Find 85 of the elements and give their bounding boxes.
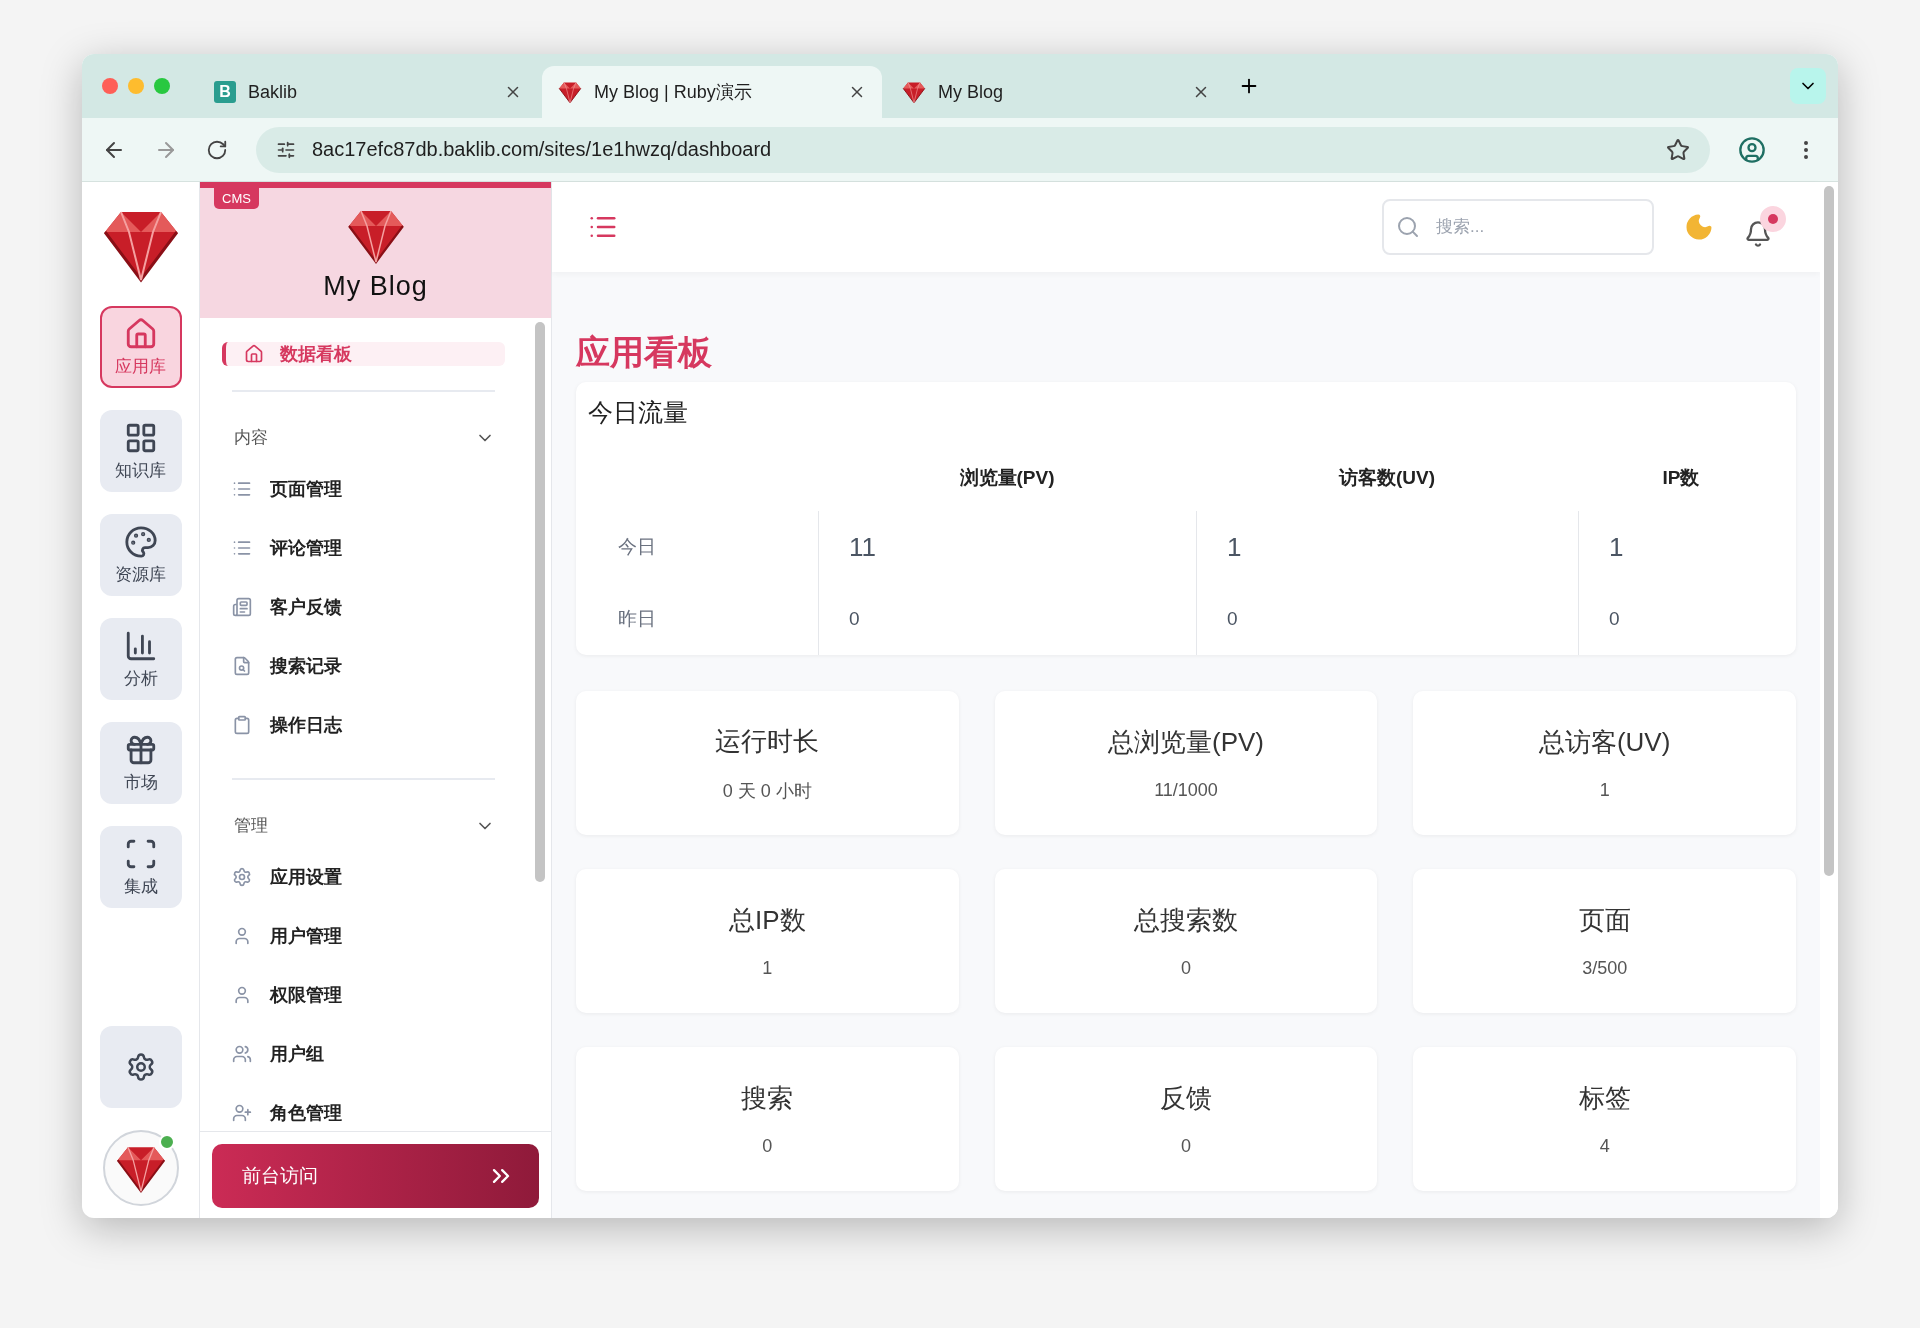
- user-icon: [232, 925, 252, 946]
- stat-title: 搜索: [741, 1082, 794, 1115]
- rail-button[interactable]: 资源库: [99, 514, 182, 596]
- stat-value: 0 天 0 小时: [722, 779, 812, 803]
- nav-item[interactable]: 数据看板: [222, 342, 505, 366]
- section-title: 管理: [234, 815, 268, 837]
- url-text: 8ac17efc87db.baklib.com/sites/1e1hwzq/dashboard: [312, 138, 773, 161]
- gem-icon: [902, 80, 926, 104]
- stat-title: 运行时长: [715, 724, 820, 758]
- rail-button[interactable]: 分析: [99, 618, 182, 700]
- nav-item[interactable]: 权限管理: [222, 965, 505, 1024]
- stat-value: 0: [762, 1136, 773, 1157]
- nav-item[interactable]: 页面管理: [222, 459, 505, 518]
- table-cell: 1: [1578, 511, 1784, 583]
- nav-item[interactable]: 评论管理: [222, 518, 505, 577]
- stat-title: 总浏览量(PV): [1108, 726, 1264, 759]
- page-title: 应用看板: [576, 332, 713, 373]
- palette-icon: [123, 524, 158, 559]
- stat-value: 3/500: [1582, 958, 1628, 979]
- nav-item[interactable]: 用户管理: [222, 906, 505, 965]
- rail-button[interactable]: 集成: [99, 826, 182, 908]
- nav-item[interactable]: 操作日志: [222, 695, 505, 754]
- search-field[interactable]: 搜索...: [1382, 199, 1654, 255]
- column-header: 访客数(UV): [1337, 466, 1437, 490]
- section-title: 内容: [234, 427, 268, 449]
- row-label: 今日: [617, 535, 657, 559]
- nav-item[interactable]: 搜索记录: [222, 636, 505, 695]
- rail-button[interactable]: 市场: [99, 722, 182, 804]
- rail-button[interactable]: 知识库: [99, 410, 182, 492]
- bell-button[interactable]: [1744, 206, 1786, 248]
- newspaper-icon: [232, 596, 252, 617]
- table-cell: 0: [1578, 583, 1784, 655]
- stat-title: 总访客(UV): [1538, 726, 1671, 759]
- browser-tab[interactable]: B Baklib: [198, 66, 538, 118]
- cms-badge: CMS: [214, 188, 259, 209]
- stat-title: 总搜索数: [1134, 904, 1238, 937]
- file-search-icon: [232, 655, 252, 676]
- settings-button[interactable]: [99, 1026, 182, 1108]
- stat-title: 反馈: [1160, 1082, 1212, 1115]
- stat-title: 总IP数: [729, 904, 806, 937]
- settings-icon: [125, 1052, 156, 1082]
- search-icon: [1396, 215, 1420, 239]
- stat-value: 1: [1599, 780, 1610, 801]
- card-title: 今日流量: [588, 397, 689, 428]
- nav-item[interactable]: 用户组: [222, 1024, 505, 1083]
- site-title: My Blog: [323, 270, 428, 302]
- profile-icon[interactable]: [1738, 135, 1766, 164]
- tab-title: My Blog: [938, 81, 1005, 103]
- browser-tab[interactable]: My Blog: [886, 66, 1226, 118]
- column-header: 浏览量(PV): [958, 466, 1056, 490]
- reload-icon[interactable]: [206, 138, 228, 161]
- gem-icon: [558, 80, 582, 104]
- tab-title: My Blog | Ruby演示: [594, 81, 753, 104]
- house-icon: [244, 344, 264, 364]
- stat-title: 页面: [1578, 904, 1631, 937]
- site-icon: B: [214, 81, 236, 103]
- visit-button[interactable]: 前台访问: [212, 1144, 539, 1208]
- table-cell: 0: [818, 583, 1196, 655]
- settings-icon: [232, 866, 252, 887]
- users-icon: [232, 1043, 252, 1064]
- address-bar[interactable]: 8ac17efc87db.baklib.com/sites/1e1hwzq/dashboard: [256, 126, 1710, 173]
- stat-value: 11/1000: [1154, 780, 1218, 801]
- browser-tab[interactable]: My Blog | Ruby演示: [542, 66, 882, 118]
- clipboard-icon: [232, 714, 252, 735]
- bell-icon: [1744, 220, 1772, 248]
- user-icon: [232, 984, 252, 1005]
- nav-item[interactable]: 应用设置: [222, 847, 505, 906]
- nav-item[interactable]: 客户反馈: [222, 577, 505, 636]
- bookmark-star-icon[interactable]: [1666, 137, 1690, 162]
- row-label: 昨日: [617, 607, 657, 631]
- tab-title: Baklib: [248, 81, 299, 103]
- scrollbar[interactable]: [1824, 186, 1834, 876]
- table-cell: 0: [1196, 583, 1578, 655]
- table-cell: 1: [1196, 511, 1578, 583]
- scrollbar[interactable]: [535, 322, 545, 882]
- stat-value: 0: [1181, 958, 1191, 979]
- table-cell: 11: [818, 511, 1196, 583]
- column-header: IP数: [1661, 466, 1701, 490]
- stat-value: 1: [762, 958, 773, 979]
- stat-value: 0: [1181, 1136, 1191, 1157]
- user-plus-icon: [232, 1102, 252, 1123]
- stat-value: 4: [1599, 1136, 1610, 1157]
- stat-title: 标签: [1578, 1082, 1631, 1115]
- site-settings-icon[interactable]: [276, 139, 296, 160]
- nav-item[interactable]: 角色管理: [222, 1083, 505, 1131]
